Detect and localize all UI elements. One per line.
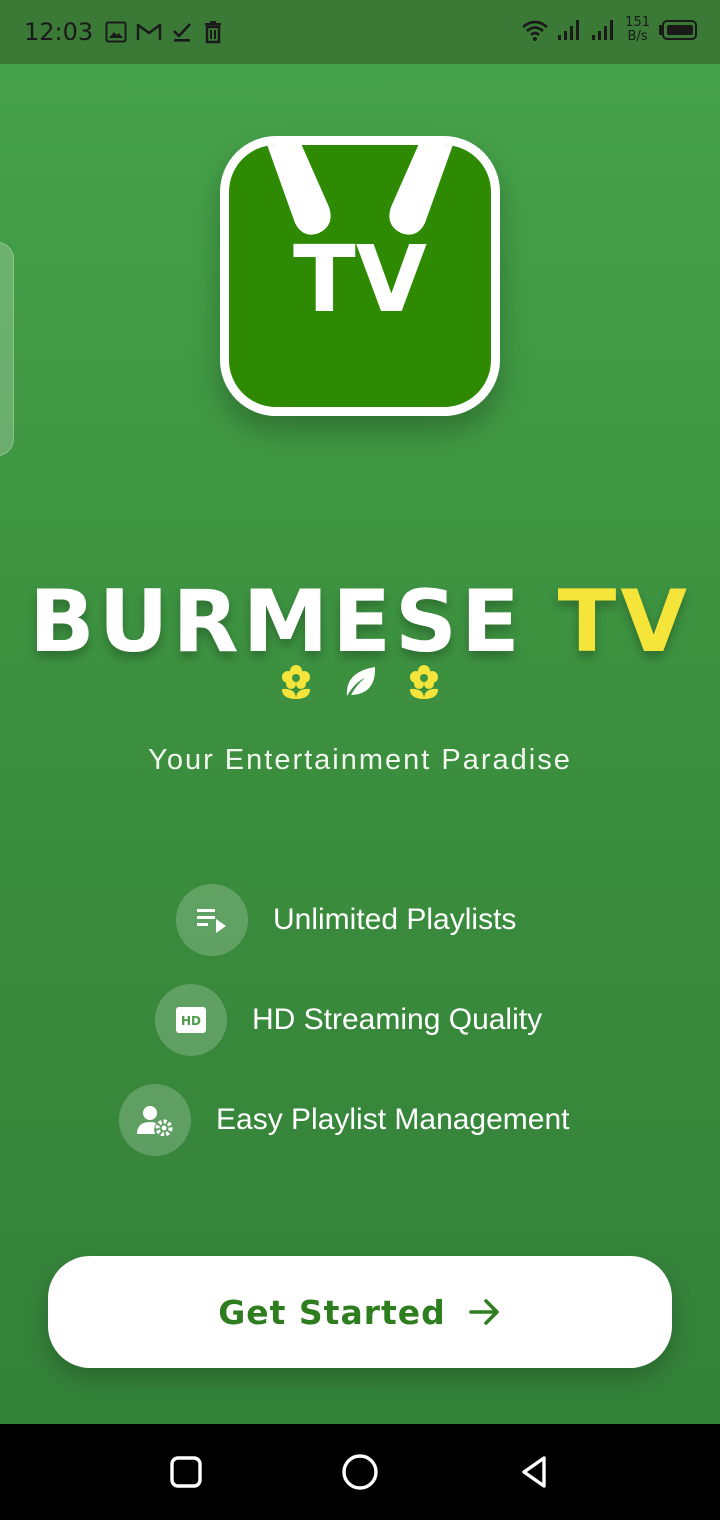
battery-icon (659, 20, 697, 40)
status-bar: 12:03 151 B/s (0, 0, 720, 64)
network-speed-value: 151 (625, 15, 650, 30)
recents-icon (170, 1456, 202, 1488)
playlist-play-icon (176, 884, 248, 956)
get-started-button[interactable]: Get Started (48, 1256, 672, 1368)
network-speed: 151 B/s (625, 16, 650, 44)
feature-item: Unlimited Playlists (176, 884, 516, 956)
wifi-icon (522, 20, 549, 41)
app-title-main: BURMESE (29, 572, 524, 672)
edge-panel-handle[interactable] (0, 242, 14, 456)
feature-item: Easy Playlist Management (119, 1084, 570, 1156)
feature-label: Easy Playlist Management (216, 1103, 570, 1136)
arrow-right-icon (468, 1299, 499, 1325)
signal-icon (558, 20, 580, 40)
image-icon (105, 21, 127, 43)
signal-icon (592, 20, 614, 40)
welcome-screen: TV BURMESE TV Your Entertainment Paradis… (0, 64, 720, 1424)
leaf-icon (346, 667, 376, 696)
flower-icon (410, 665, 438, 699)
gmail-icon (136, 23, 162, 40)
home-button[interactable] (336, 1448, 384, 1496)
network-speed-unit: B/s (627, 29, 648, 44)
feature-label: Unlimited Playlists (273, 903, 517, 936)
app-title-accent: TV (557, 572, 691, 672)
decoration-row (0, 664, 720, 700)
get-started-label: Get Started (218, 1292, 446, 1332)
manage-accounts-icon (119, 1084, 191, 1156)
feature-item: HD HD Streaming Quality (155, 984, 542, 1056)
download-done-icon (173, 23, 191, 42)
delete-icon (205, 21, 221, 44)
app-screen: 12:03 151 B/s TV BURMESE TV Your Enterta… (0, 0, 720, 1520)
app-logo: TV (220, 136, 500, 416)
back-button[interactable] (510, 1448, 558, 1496)
tv-antenna-logo: TV (267, 145, 453, 333)
navigation-bar (0, 1424, 720, 1520)
app-title: BURMESE TV (0, 572, 720, 672)
tagline: Your Entertainment Paradise (148, 744, 572, 776)
feature-label: HD Streaming Quality (252, 1003, 543, 1036)
hd-icon: HD (155, 984, 227, 1056)
flower-icon (282, 665, 310, 699)
status-time: 12:03 (24, 18, 94, 46)
back-icon (522, 1456, 546, 1488)
notification-icons (104, 20, 224, 44)
home-icon (342, 1454, 378, 1490)
logo-text: TV (293, 226, 427, 333)
system-icons: 151 B/s (521, 16, 698, 44)
svg-text:HD: HD (181, 1014, 201, 1028)
recents-button[interactable] (162, 1448, 210, 1496)
